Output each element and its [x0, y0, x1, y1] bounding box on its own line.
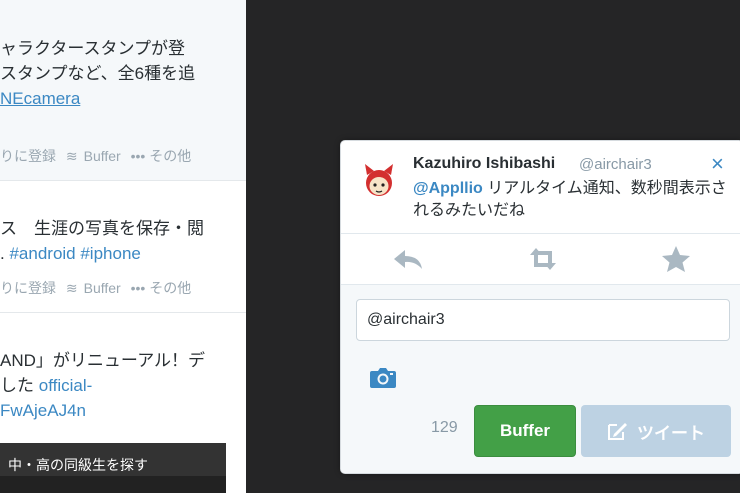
- timeline-panel: ャラクタースタンプが登 スタンプなど、全6種を追 NEcamera りに登録 ≋…: [0, 0, 246, 493]
- tweet-link[interactable]: NEcamera: [0, 87, 80, 111]
- tweet-text-line: ス 生涯の写真を保存・閲: [0, 219, 204, 238]
- tweet-link[interactable]: official-: [39, 376, 93, 395]
- embedded-card[interactable]: 中・高の同級生を探す: [0, 443, 226, 493]
- retweet-icon[interactable]: [526, 244, 560, 274]
- buffer-icon: ≋: [65, 280, 78, 296]
- embedded-card-label: 中・高の同級生を探す: [8, 457, 148, 473]
- tweet-actions: りに登録 ≋ Buffer ••• その他: [0, 278, 197, 298]
- tweet-text-line: した official-: [0, 374, 92, 398]
- tweet-link[interactable]: FwAjeAJ4n: [0, 399, 86, 423]
- author-handle[interactable]: @airchair3: [579, 156, 652, 173]
- reply-input[interactable]: @airchair3: [356, 299, 730, 341]
- tweet-actions: りに登録 ≋ Buffer ••• その他: [0, 146, 197, 166]
- buffer-button[interactable]: Buffer: [474, 405, 576, 457]
- more-action[interactable]: ••• その他: [131, 280, 192, 296]
- buffer-action[interactable]: Buffer: [84, 280, 121, 296]
- mention-link[interactable]: @Appllio: [413, 180, 483, 197]
- tweet-text-line: スタンプなど、全6種を追: [0, 64, 196, 83]
- favorite-action[interactable]: りに登録: [0, 280, 56, 296]
- hashtag-links[interactable]: #android #iphone: [9, 244, 140, 263]
- camera-icon[interactable]: [369, 365, 397, 389]
- character-count: 129: [431, 419, 458, 436]
- favorite-action[interactable]: りに登録: [0, 148, 56, 164]
- buffer-action[interactable]: Buffer: [84, 148, 121, 164]
- embedded-card-footer: [0, 476, 226, 493]
- compose-icon: [608, 423, 627, 440]
- favorite-star-icon[interactable]: [659, 244, 693, 274]
- close-icon[interactable]: ×: [711, 151, 724, 177]
- timeline-tweet[interactable]: ャラクタースタンプが登 スタンプなど、全6種を追 NEcamera りに登録 ≋…: [0, 0, 246, 181]
- tweet-text: した: [0, 376, 39, 395]
- reply-compose: @airchair3 129 Buffer ツイート: [341, 285, 740, 473]
- timeline-tweet[interactable]: ス 生涯の写真を保存・閲 . #android #iphone りに登録 ≋ Bu…: [0, 181, 246, 313]
- tweet-button[interactable]: ツイート: [581, 405, 731, 457]
- popup-tweet-text: @Appllio リアルタイム通知、数秒間表示されるみたいだね: [413, 178, 731, 222]
- more-action[interactable]: ••• その他: [131, 148, 192, 164]
- author-name[interactable]: Kazuhiro Ishibashi: [413, 155, 555, 173]
- tweet-text-line: ャラクタースタンプが登: [0, 39, 185, 58]
- tweet-text-prefix: .: [0, 244, 5, 263]
- tweet-text-line: . #android #iphone: [0, 242, 141, 266]
- tweet-action-bar: [341, 234, 740, 284]
- reply-icon[interactable]: [391, 244, 425, 274]
- tweet-text-line: AND」がリニューアル！デ: [0, 351, 206, 370]
- buffer-icon: ≋: [65, 148, 78, 164]
- avatar-icon: [365, 164, 393, 196]
- tweet-button-label: ツイート: [637, 423, 705, 443]
- notification-popup: Kazuhiro Ishibashi @airchair3 × @Appllio…: [340, 140, 740, 474]
